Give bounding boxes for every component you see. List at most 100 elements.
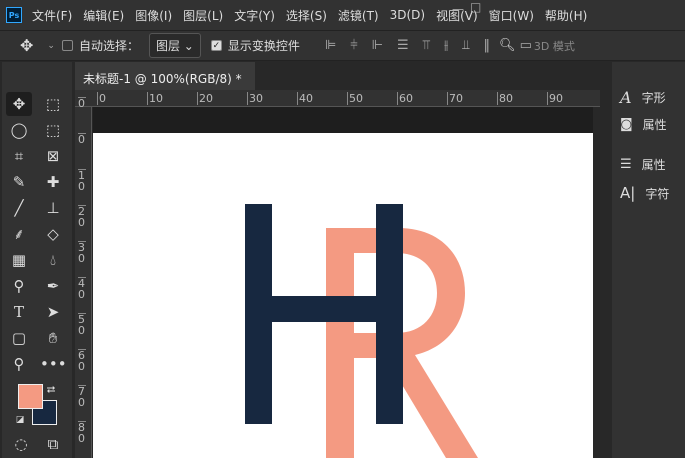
- foreground-color-swatch[interactable]: [18, 384, 43, 409]
- healing-brush-icon[interactable]: ✚: [40, 170, 66, 194]
- ruler-tick-label: 10: [147, 92, 163, 105]
- show-transform-checkbox[interactable]: ✓: [210, 40, 222, 51]
- pasteboard: [93, 107, 593, 133]
- menu-layer[interactable]: 图层(L): [183, 7, 223, 24]
- panel-adjust-properties[interactable]: ☰ 属性: [620, 156, 666, 173]
- search-icon[interactable]: 🔍︎: [499, 38, 516, 53]
- document-title: 未标题-1 @ 100%(RGB/8) *: [83, 72, 242, 86]
- panel-label: 字形: [641, 91, 666, 105]
- ruler-tick-label: 90: [547, 92, 563, 105]
- panel-label: 属性: [642, 118, 667, 132]
- menu-image[interactable]: 图像(I): [135, 7, 172, 24]
- ruler-tick-label: 0: [78, 133, 86, 146]
- chevron-down-icon[interactable]: ⌄: [47, 41, 55, 51]
- move-tool-icon[interactable]: ✥: [20, 36, 33, 55]
- ruler-tick-label: 70: [447, 92, 463, 105]
- ruler-tick-label: 60: [78, 349, 86, 373]
- distribute-icon[interactable]: ☰: [397, 38, 409, 53]
- menu-type[interactable]: 文字(Y): [234, 7, 275, 24]
- pen-tool-icon[interactable]: ✒: [40, 274, 66, 298]
- menu-bar: Ps 文件(F) 编辑(E) 图像(I) 图层(L) 文字(Y) 选择(S) 滤…: [0, 0, 685, 30]
- menu-help[interactable]: 帮助(H): [545, 7, 587, 24]
- toolbar: ✥ ⬚ ◯ ⬚ ⌗ ⊠ ✎ ✚ ╱ ⊥ ⸙ ◇ ▦ 💧︎ ⚲ ✒ T ➤ ▢ ✋…: [2, 62, 72, 458]
- hand-tool-icon[interactable]: ✋︎: [40, 326, 66, 350]
- align-right-icon[interactable]: ⊩: [372, 38, 383, 53]
- menu-edit[interactable]: 编辑(E): [83, 7, 124, 24]
- align-center-icon[interactable]: ⫩: [350, 38, 357, 53]
- default-colors-icon[interactable]: ◪: [14, 408, 26, 432]
- adjust-icon: ☰: [620, 157, 632, 172]
- minimize-icon[interactable]: —: [452, 2, 464, 16]
- align-bottom-icon[interactable]: ⫫: [462, 38, 469, 53]
- ruler-tick-label: 10: [78, 169, 86, 193]
- dodge-tool-icon[interactable]: ⚲: [6, 274, 32, 298]
- ps-logo: Ps: [6, 7, 22, 23]
- align-top-icon[interactable]: ⫪: [423, 38, 430, 53]
- frame-tool-icon[interactable]: ⊠: [40, 144, 66, 168]
- artwork: [245, 204, 478, 458]
- canvas[interactable]: [93, 133, 593, 458]
- ruler-tick-label: 50: [78, 313, 86, 337]
- menu-select[interactable]: 选择(S): [286, 7, 327, 24]
- panel-character[interactable]: A| 字符: [620, 184, 669, 202]
- lasso-tool-icon[interactable]: ◯: [6, 118, 32, 142]
- menu-window[interactable]: 窗口(W): [489, 7, 534, 24]
- ruler-tick-label: 20: [197, 92, 213, 105]
- object-select-tool-icon[interactable]: ⬚: [40, 118, 66, 142]
- workspace-icon[interactable]: ▭: [520, 38, 532, 53]
- align-left-icon[interactable]: ⊫: [325, 38, 336, 53]
- brush-tool-icon[interactable]: ╱: [6, 196, 32, 220]
- path-select-icon[interactable]: ➤: [40, 300, 66, 324]
- auto-select-checkbox[interactable]: [61, 40, 73, 51]
- eyedropper-tool-icon[interactable]: ✎: [6, 170, 32, 194]
- character-icon: A|: [620, 184, 636, 202]
- history-brush-icon[interactable]: ⸙: [6, 222, 32, 246]
- screen-mode-icon[interactable]: ⧉: [40, 432, 66, 456]
- ruler-tick-label: 60: [397, 92, 413, 105]
- ruler-tick-label: 0: [97, 92, 106, 105]
- menu-3d[interactable]: 3D(D): [390, 8, 425, 22]
- distribute-v-icon[interactable]: ‖: [484, 38, 491, 53]
- panel-label: 属性: [641, 158, 666, 172]
- quick-mask-icon[interactable]: ◌: [8, 432, 34, 456]
- more-tools-icon[interactable]: •••: [40, 352, 67, 376]
- marquee-tool-icon[interactable]: ⬚: [40, 92, 66, 116]
- maximize-icon[interactable]: □: [470, 0, 481, 14]
- move-tool-icon[interactable]: ✥: [6, 92, 32, 116]
- properties-icon: ◙: [620, 117, 633, 132]
- stamp-tool-icon[interactable]: ⊥: [40, 196, 66, 220]
- ruler-tick-label: 80: [497, 92, 513, 105]
- swap-colors-icon[interactable]: ⮂: [44, 378, 58, 402]
- 3d-mode-label: 3D 模式: [533, 39, 575, 53]
- target-select[interactable]: 图层 ⌄: [148, 33, 201, 58]
- panel-properties[interactable]: ◙ 属性: [620, 116, 667, 133]
- letter-h-overlap: [376, 228, 403, 424]
- panel-label: 字符: [645, 186, 670, 201]
- horizontal-ruler: 0 10 20 30 40 50 60 70 80 90: [75, 90, 600, 107]
- shape-tool-icon[interactable]: ▢: [6, 326, 32, 350]
- ruler-tick-label: 30: [78, 241, 86, 265]
- ruler-tick-label: 70: [78, 385, 86, 409]
- ruler-tick-label: 0: [78, 97, 86, 110]
- right-panel: A 字形 ◙ 属性 ☰ 属性 A| 字符: [612, 62, 685, 458]
- glyph-icon: A: [620, 88, 632, 107]
- eraser-tool-icon[interactable]: ◇: [40, 222, 66, 246]
- ruler-tick-label: 80: [78, 421, 86, 445]
- ruler-tick-label: 20: [78, 205, 86, 229]
- letter-h-crossbar-overlap: [326, 296, 376, 322]
- ruler-tick-label: 30: [247, 92, 263, 105]
- ruler-tick-label: 40: [78, 277, 86, 301]
- align-middle-icon[interactable]: ⫲: [444, 38, 448, 53]
- menu-filter[interactable]: 滤镜(T): [338, 7, 379, 24]
- blur-tool-icon[interactable]: 💧︎: [40, 248, 66, 272]
- document-tab[interactable]: 未标题-1 @ 100%(RGB/8) * ×: [75, 62, 255, 101]
- crop-tool-icon[interactable]: ⌗: [6, 144, 32, 168]
- zoom-tool-icon[interactable]: ⚲: [6, 352, 32, 376]
- type-tool-icon[interactable]: T: [6, 300, 32, 324]
- gradient-tool-icon[interactable]: ▦: [6, 248, 32, 272]
- menu-file[interactable]: 文件(F): [32, 7, 72, 24]
- target-value: 图层: [155, 39, 180, 53]
- panel-glyphs[interactable]: A 字形: [620, 88, 666, 107]
- vertical-ruler: 0 0 10 20 30 40 50 60 70 80: [75, 97, 92, 458]
- ruler-tick-label: 40: [297, 92, 313, 105]
